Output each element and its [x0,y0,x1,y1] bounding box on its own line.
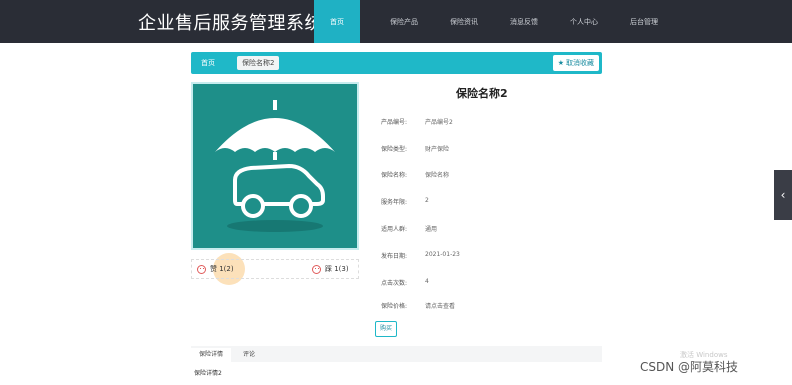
info-value: 产品编号2 [425,119,453,126]
info-key: 发布日期: [381,253,408,260]
down-vote-button[interactable]: 踩 1(3) [312,264,349,274]
frown-icon [312,264,321,274]
info-key: 适用人群: [381,226,408,233]
info-key: 保险价格: [381,303,408,310]
nav-insurance-products[interactable]: 保险产品 [374,0,434,43]
site-title: 企业售后服务管理系统 [138,13,323,34]
nav-feedback[interactable]: 消息反馈 [494,0,554,43]
info-key: 点击次数: [381,280,408,287]
nav-admin[interactable]: 后台管理 [614,0,674,43]
product-image [191,82,359,250]
smile-icon [197,264,206,274]
info-value: 2 [425,197,429,204]
detail-tabs: 保险详情 评论 保险详情2 [191,346,602,385]
breadcrumb: 首页 保险名称2 ★ 取消收藏 [191,52,602,74]
info-row: 保险价格: 请点击查看 [381,301,455,310]
tab-content: 保险详情2 [191,362,602,385]
favorite-label: 取消收藏 [566,59,594,67]
star-icon: ★ [557,59,564,67]
tab-comments[interactable]: 评论 [235,348,263,362]
info-row: 点击次数: 4 [381,278,429,287]
info-key: 保险名称: [381,172,408,179]
top-navbar: 企业售后服务管理系统 首页 保险产品 保险资讯 消息反馈 个人中心 后台管理 [0,0,792,43]
product-title: 保险名称2 [456,87,508,100]
breadcrumb-current: 保险名称2 [237,56,280,70]
up-vote-button[interactable]: 赞 1(2) [197,264,234,274]
nav-insurance-news[interactable]: 保险资讯 [434,0,494,43]
side-toggle-button[interactable]: ‹ [774,170,792,220]
csdn-watermark: CSDN @阿莫科技 [640,360,739,374]
info-value: 财产保险 [425,146,450,153]
down-vote-label: 踩 1(3) [325,265,349,273]
info-value: 4 [425,278,429,285]
info-value: 2021-01-23 [425,251,460,258]
info-row: 保险名称: 保险名称 [381,170,449,179]
info-row: 保险类型: 财产保险 [381,144,449,153]
info-row: 产品编号: 产品编号2 [381,117,453,126]
favorite-button[interactable]: ★ 取消收藏 [552,55,599,71]
chevron-left-icon: ‹ [780,188,786,202]
main-nav: 首页 保险产品 保险资讯 消息反馈 个人中心 后台管理 [314,0,674,43]
buy-button[interactable]: 购买 [375,321,397,337]
info-value: 请点击查看 [425,303,456,310]
info-value: 通用 [425,226,438,233]
vote-row: 赞 1(2) 踩 1(3) [191,259,359,279]
info-key: 服务年限: [381,199,408,206]
nav-home[interactable]: 首页 [314,0,360,43]
info-key: 产品编号: [381,119,408,126]
breadcrumb-home[interactable]: 首页 [201,58,215,68]
info-row: 发布日期: 2021-01-23 [381,251,460,260]
info-key: 保险类型: [381,146,408,153]
up-vote-label: 赞 1(2) [210,265,234,273]
info-value: 保险名称 [425,172,450,179]
nav-personal-center[interactable]: 个人中心 [554,0,614,43]
info-row: 适用人群: 通用 [381,224,437,233]
tab-insurance-details[interactable]: 保险详情 [191,348,232,362]
car-umbrella-icon [215,100,335,232]
info-row: 服务年限: 2 [381,197,429,206]
